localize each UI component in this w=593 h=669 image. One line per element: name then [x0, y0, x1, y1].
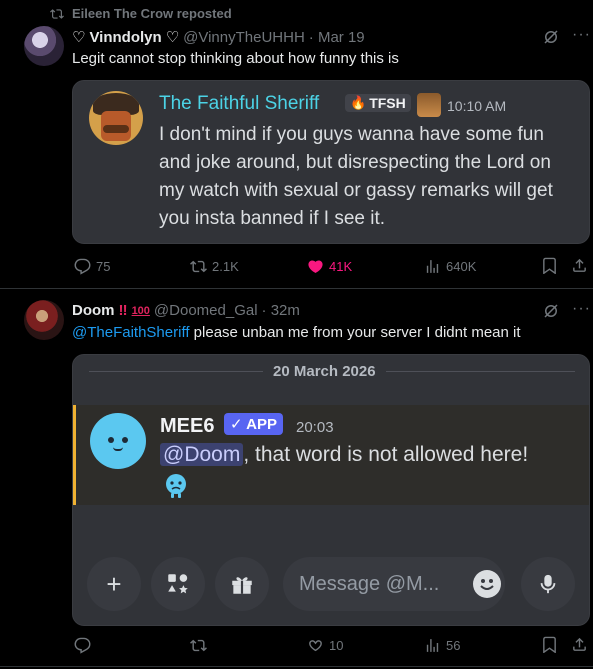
mention-link[interactable]: @TheFaithSheriff — [72, 324, 190, 341]
avatar[interactable] — [24, 26, 64, 66]
share-icon[interactable] — [571, 257, 588, 279]
fire-icon: 🔥 — [350, 95, 367, 110]
worried-blob-emoji-icon — [164, 473, 188, 499]
analytics-icon — [426, 639, 439, 652]
tweet-text: Legit cannot stop thinking about how fun… — [72, 50, 399, 67]
timestamp[interactable]: · Mar 19 — [309, 29, 365, 46]
display-name[interactable]: Doom — [72, 302, 115, 319]
like-button[interactable]: 10 — [307, 637, 343, 654]
repost-icon — [190, 260, 207, 273]
embedded-discord-message[interactable]: The Faithful Sheriff 🔥 TFSH 10:10 AM I d… — [72, 80, 590, 244]
bot-name: MEE6 — [160, 415, 215, 437]
app-badge: ✓ APP — [224, 413, 284, 435]
discord-author-name: The Faithful Sheriff — [159, 93, 320, 114]
more-options-icon[interactable]: ··· — [572, 300, 591, 318]
timestamp[interactable]: · 32m — [262, 302, 300, 319]
date-divider-label: 20 March 2026 — [263, 363, 386, 380]
repost-text: Eileen The Crow reposted — [72, 6, 232, 21]
tweet-header: ♡ Vinndolyn ♡ @VinnyTheUHHH · Mar 19 — [72, 28, 365, 47]
apps-icon — [151, 557, 205, 611]
repost-icon — [190, 639, 207, 652]
like-count: 41K — [329, 259, 353, 274]
highlighted-message: MEE6 ✓ APP 20:03 @Doom, that word is not… — [73, 405, 589, 505]
tweet-divider — [0, 666, 593, 667]
repost-indicator[interactable]: Eileen The Crow reposted — [50, 6, 232, 21]
discord-timestamp: 20:03 — [296, 419, 334, 436]
handle[interactable]: @VinnyTheUHHH — [183, 29, 305, 46]
share-icon[interactable] — [571, 636, 588, 658]
view-count: 640K — [446, 259, 477, 274]
handle[interactable]: @Doomed_Gal — [154, 302, 258, 319]
role-icon — [417, 93, 441, 117]
tweet-divider — [0, 288, 593, 289]
discord-message-text: I don't mind if you guys wanna have some… — [159, 124, 553, 229]
mee6-avatar — [90, 413, 146, 469]
gift-icon — [215, 557, 269, 611]
heart-icon — [309, 640, 322, 652]
embedded-discord-screenshot[interactable]: 20 March 2026 MEE6 ✓ APP 20:03 @Doom, th… — [72, 354, 590, 626]
discord-composer: + Message @M... — [87, 557, 577, 613]
repost-button[interactable] — [190, 637, 212, 654]
grok-icon[interactable] — [542, 302, 560, 325]
tweet-text-body: please unban me from your server I didnt… — [189, 324, 521, 341]
more-options-icon[interactable]: ··· — [572, 26, 591, 44]
avatar[interactable] — [24, 300, 64, 340]
heart-emoji-icon: ♡ — [165, 29, 180, 46]
tweet-text: @TheFaithSheriff please unban me from yo… — [72, 324, 521, 341]
reply-button[interactable] — [74, 637, 96, 654]
emoji-smile-icon — [473, 570, 501, 598]
views-button[interactable]: 640K — [424, 258, 476, 275]
server-tag-badge: 🔥 TFSH — [345, 94, 411, 112]
microphone-icon — [521, 557, 575, 611]
repost-icon — [50, 8, 64, 19]
reply-icon — [74, 637, 91, 654]
display-name[interactable]: Vinndolyn — [89, 29, 161, 46]
bookmark-icon[interactable] — [541, 257, 558, 279]
views-button[interactable]: 56 — [424, 637, 460, 654]
sheriff-avatar — [89, 91, 143, 145]
repost-count: 2.1K — [212, 259, 239, 274]
view-count: 56 — [446, 638, 461, 653]
user-mention: @Doom — [160, 443, 244, 466]
reply-count: 75 — [96, 259, 111, 274]
bot-message: @Doom, that word is not allowed here! — [160, 443, 528, 467]
message-placeholder: Message @M... — [299, 572, 440, 595]
reply-button[interactable]: 75 — [74, 258, 110, 275]
discord-timestamp: 10:10 AM — [447, 98, 507, 114]
hundred-points-icon: 100 — [131, 304, 150, 317]
bookmark-icon[interactable] — [541, 636, 558, 658]
tweet-header: Doom ‼ 100 @Doomed_Gal · 32m — [72, 302, 300, 319]
heart-emoji-icon: ♡ — [72, 29, 86, 46]
bot-message-text: , that word is not allowed here! — [243, 443, 529, 466]
reply-icon — [74, 258, 91, 275]
like-count: 10 — [329, 638, 344, 653]
double-exclamation-icon: ‼ — [118, 302, 128, 319]
like-button[interactable]: 41K — [307, 258, 352, 275]
message-input: Message @M... — [283, 557, 505, 611]
server-tag: TFSH — [369, 95, 406, 111]
heart-filled-icon — [308, 260, 323, 273]
grok-icon[interactable] — [542, 28, 560, 51]
plus-icon: + — [87, 557, 141, 611]
repost-button[interactable]: 2.1K — [190, 258, 239, 275]
analytics-icon — [426, 260, 439, 273]
